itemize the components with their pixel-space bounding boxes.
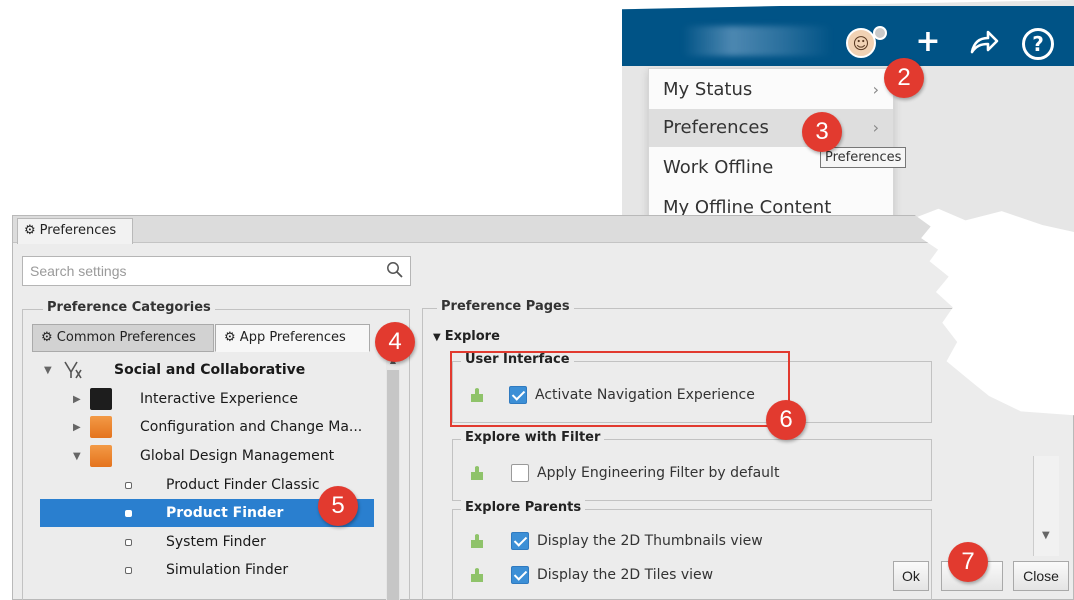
chevron-right-icon: › [872, 118, 879, 137]
callout-7: 7 [948, 542, 988, 582]
explore-with-filter-group: Explore with Filter Apply Engineering Fi… [452, 430, 932, 501]
unlock-hand-icon[interactable] [467, 564, 487, 584]
tab-common-preferences[interactable]: ⚙ Common Preferences [32, 324, 214, 352]
help-icon[interactable]: ? [1022, 28, 1054, 60]
callout-2: 2 [884, 58, 924, 98]
annotation-highlight-box [450, 351, 790, 427]
tree-item-simulation-finder[interactable]: Simulation Finder [40, 556, 374, 584]
gear-icon: ⚙ [24, 223, 36, 238]
scroll-down-arrow-icon[interactable]: ▼ [1042, 530, 1050, 541]
collapse-arrow-icon[interactable]: ▼ [73, 443, 81, 471]
status-dot-icon [873, 26, 887, 40]
apply-engineering-filter-checkbox[interactable] [511, 464, 529, 482]
expand-arrow-icon[interactable]: ▶ [73, 414, 81, 442]
preference-categories-legend: Preference Categories [43, 300, 215, 315]
display-2d-thumbnails-checkbox[interactable] [511, 532, 529, 550]
preference-categories-group: Preference Categories ⚙ Common Preferenc… [22, 300, 410, 600]
ok-button[interactable]: Ok [893, 561, 929, 591]
category-tree: ▼ Social and Collaborative ▶ Interactive… [40, 356, 374, 600]
search-input[interactable] [23, 257, 383, 285]
menu-item-my-status[interactable]: My Status › [649, 71, 893, 109]
social-compass-icon [64, 361, 82, 379]
callout-3: 3 [802, 112, 842, 152]
top-bar: ☺ + ? [622, 6, 1074, 66]
unlock-hand-icon[interactable] [467, 462, 487, 482]
tab-preferences[interactable]: ⚙ Preferences [17, 218, 133, 244]
tree-scrollbar[interactable]: ▲ [386, 356, 400, 600]
gear-icon: ⚙ [224, 330, 236, 345]
explore-with-filter-legend: Explore with Filter [461, 430, 605, 445]
explore-parents-legend: Explore Parents [461, 500, 586, 515]
orange-app-icon [90, 445, 112, 467]
tree-item-global-design-management[interactable]: ▼ Global Design Management [40, 442, 374, 470]
leaf-bullet-icon [125, 482, 132, 489]
callout-6: 6 [766, 400, 806, 440]
unlock-hand-icon[interactable] [467, 530, 487, 550]
header-snippet: ☺ + ? My Status › Preferences › Work Off… [622, 0, 1074, 232]
blurred-user-name [682, 26, 832, 56]
tab-app-preferences[interactable]: ⚙ App Preferences [215, 324, 370, 352]
explore-parents-group: Explore Parents Display the 2D Thumbnail… [452, 500, 932, 600]
callout-4: 4 [375, 322, 415, 362]
chevron-right-icon: › [872, 80, 879, 99]
collapse-arrow-icon: ▼ [433, 332, 441, 343]
pages-scrollbar[interactable]: ▼ [1033, 456, 1059, 556]
plus-icon[interactable]: + [910, 24, 946, 60]
expand-arrow-icon[interactable]: ▼ [44, 357, 52, 385]
pref-apply-engineering-filter[interactable]: Apply Engineering Filter by default [453, 462, 923, 484]
menu-item-preferences[interactable]: Preferences › [649, 109, 893, 147]
leaf-bullet-icon [125, 539, 132, 546]
tree-item-social-and-collaborative[interactable]: ▼ Social and Collaborative [40, 356, 374, 384]
leaf-bullet-icon [125, 567, 132, 574]
leaf-bullet-icon [125, 510, 132, 517]
preferences-tooltip: Preferences [820, 147, 907, 168]
pref-display-2d-tiles[interactable]: Display the 2D Tiles view [453, 564, 923, 586]
dialog-tab-bar: ⚙ Preferences [13, 216, 1073, 244]
tree-item-system-finder[interactable]: System Finder [40, 528, 374, 556]
avatar-icon[interactable]: ☺ [846, 28, 876, 58]
close-button[interactable]: Close [1013, 561, 1069, 591]
tree-scroll-thumb[interactable] [387, 370, 399, 600]
pref-display-2d-thumbnails[interactable]: Display the 2D Thumbnails view [453, 530, 923, 552]
expand-arrow-icon[interactable]: ▶ [73, 386, 81, 414]
explore-section-header[interactable]: ▼ Explore [433, 329, 500, 344]
share-icon[interactable] [966, 26, 1002, 62]
display-2d-tiles-checkbox[interactable] [511, 566, 529, 584]
black-app-icon [90, 388, 112, 410]
search-box [22, 256, 411, 286]
preference-pages-legend: Preference Pages [437, 299, 574, 314]
screenshot-stage: ☺ + ? My Status › Preferences › Work Off… [0, 0, 1074, 600]
gear-icon: ⚙ [41, 330, 53, 345]
callout-5: 5 [318, 486, 358, 526]
tree-item-interactive-experience[interactable]: ▶ Interactive Experience [40, 385, 374, 413]
tree-item-configuration-change[interactable]: ▶ Configuration and Change Ma... [40, 413, 374, 441]
orange-app-icon [90, 416, 112, 438]
search-icon[interactable] [386, 261, 404, 279]
